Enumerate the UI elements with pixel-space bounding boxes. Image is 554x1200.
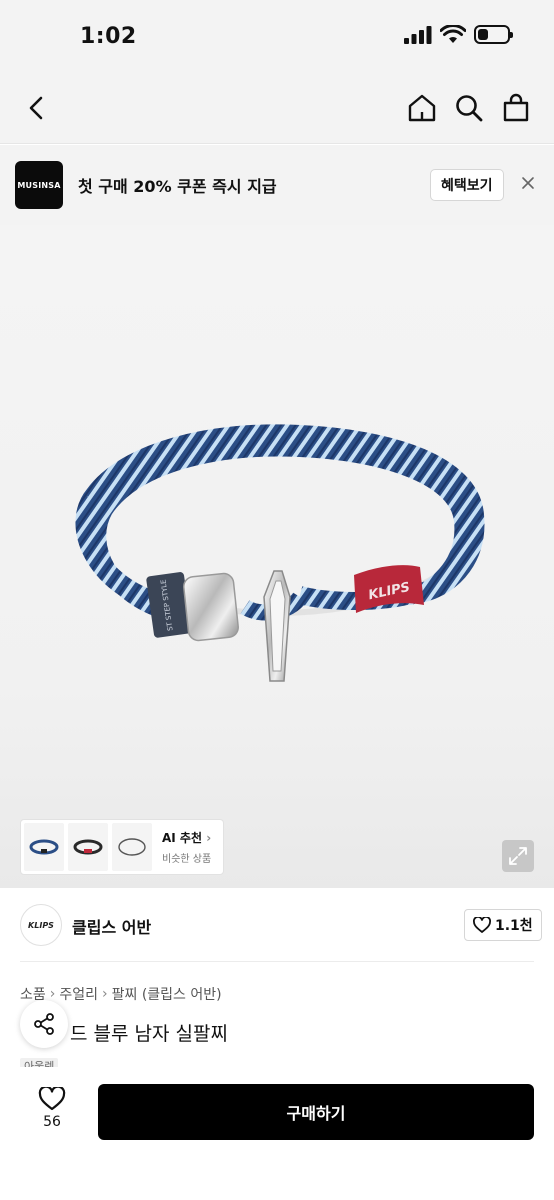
wifi-icon bbox=[440, 25, 466, 43]
ai-recommend-subtitle: 비슷한 상품 bbox=[162, 854, 212, 865]
bracelet-thumbnail-icon bbox=[73, 839, 103, 855]
wishlist-count: 56 bbox=[43, 1114, 61, 1130]
brand-row[interactable]: KLIPS 클립스 어반 1.1천 bbox=[0, 888, 554, 962]
battery-level bbox=[478, 29, 488, 40]
status-time: 1:02 bbox=[80, 24, 137, 49]
brand-like-count: 1.1천 bbox=[495, 918, 533, 934]
search-icon bbox=[456, 95, 483, 122]
thumbnail-thin-bracelet[interactable] bbox=[112, 823, 152, 871]
battery-icon bbox=[474, 25, 513, 44]
shopping-bag-icon bbox=[503, 93, 529, 122]
status-icons bbox=[404, 25, 513, 44]
wishlist-button[interactable]: 56 bbox=[34, 1087, 70, 1130]
chevron-right-icon: › bbox=[49, 986, 56, 1002]
ai-recommend-title: AI 추천 › bbox=[162, 831, 212, 845]
chevron-right-icon: › bbox=[102, 986, 108, 1002]
product-title: 드 블루 남자 실팔찌 bbox=[70, 1023, 228, 1045]
buy-button[interactable]: 구매하기 bbox=[98, 1084, 534, 1140]
search-button[interactable] bbox=[453, 92, 485, 124]
nav-bar bbox=[0, 72, 554, 144]
home-icon bbox=[408, 94, 436, 122]
musinsa-logo: MUSINSA bbox=[15, 161, 63, 209]
share-button[interactable] bbox=[20, 1000, 68, 1048]
divider bbox=[20, 961, 534, 962]
home-button[interactable] bbox=[406, 92, 438, 124]
promo-close-button[interactable] bbox=[520, 175, 536, 195]
close-icon bbox=[522, 177, 534, 189]
expand-icon bbox=[509, 847, 527, 865]
heart-icon bbox=[38, 1087, 66, 1111]
share-icon bbox=[34, 1013, 54, 1035]
cart-button[interactable] bbox=[500, 92, 532, 124]
chevron-right-icon: › bbox=[206, 831, 212, 845]
promo-banner: MUSINSA 첫 구매 20% 쿠폰 즉시 지급 혜택보기 bbox=[0, 145, 554, 225]
brand-logo: KLIPS bbox=[20, 904, 62, 946]
bracelet-thumbnail-icon bbox=[118, 838, 146, 856]
promo-text: 첫 구매 20% 쿠폰 즉시 지급 bbox=[78, 177, 277, 196]
back-arrow-icon bbox=[29, 96, 43, 120]
product-image[interactable]: ST STEP STYLE KLIPS AI 추천 › 비슷한 상품 bbox=[0, 225, 554, 888]
ai-recommend-link[interactable]: AI 추천 › 비슷한 상품 bbox=[162, 829, 211, 865]
ai-recommendation-strip[interactable]: AI 추천 › 비슷한 상품 bbox=[20, 819, 224, 875]
expand-image-button[interactable] bbox=[502, 840, 534, 872]
breadcrumb-item[interactable]: 주얼리 bbox=[59, 984, 98, 1004]
brand-name[interactable]: 클립스 어반 bbox=[72, 914, 151, 938]
bracelet-thumbnail-icon bbox=[29, 839, 59, 855]
signal-icon bbox=[404, 25, 432, 44]
benefit-button[interactable]: 혜택보기 bbox=[430, 169, 504, 201]
bottom-bar: 56 구매하기 bbox=[0, 1067, 554, 1200]
status-bar: 1:02 bbox=[0, 0, 554, 72]
back-button[interactable] bbox=[20, 92, 52, 124]
heart-icon bbox=[473, 917, 491, 933]
brand-like-button[interactable]: 1.1천 bbox=[464, 909, 542, 941]
bracelet-image: ST STEP STYLE KLIPS bbox=[75, 424, 485, 682]
breadcrumb-item[interactable]: 팔찌 (클립스 어반) bbox=[112, 984, 222, 1004]
thumbnail-blue-bracelet[interactable] bbox=[24, 823, 64, 871]
thumbnail-red-bracelet[interactable] bbox=[68, 823, 108, 871]
